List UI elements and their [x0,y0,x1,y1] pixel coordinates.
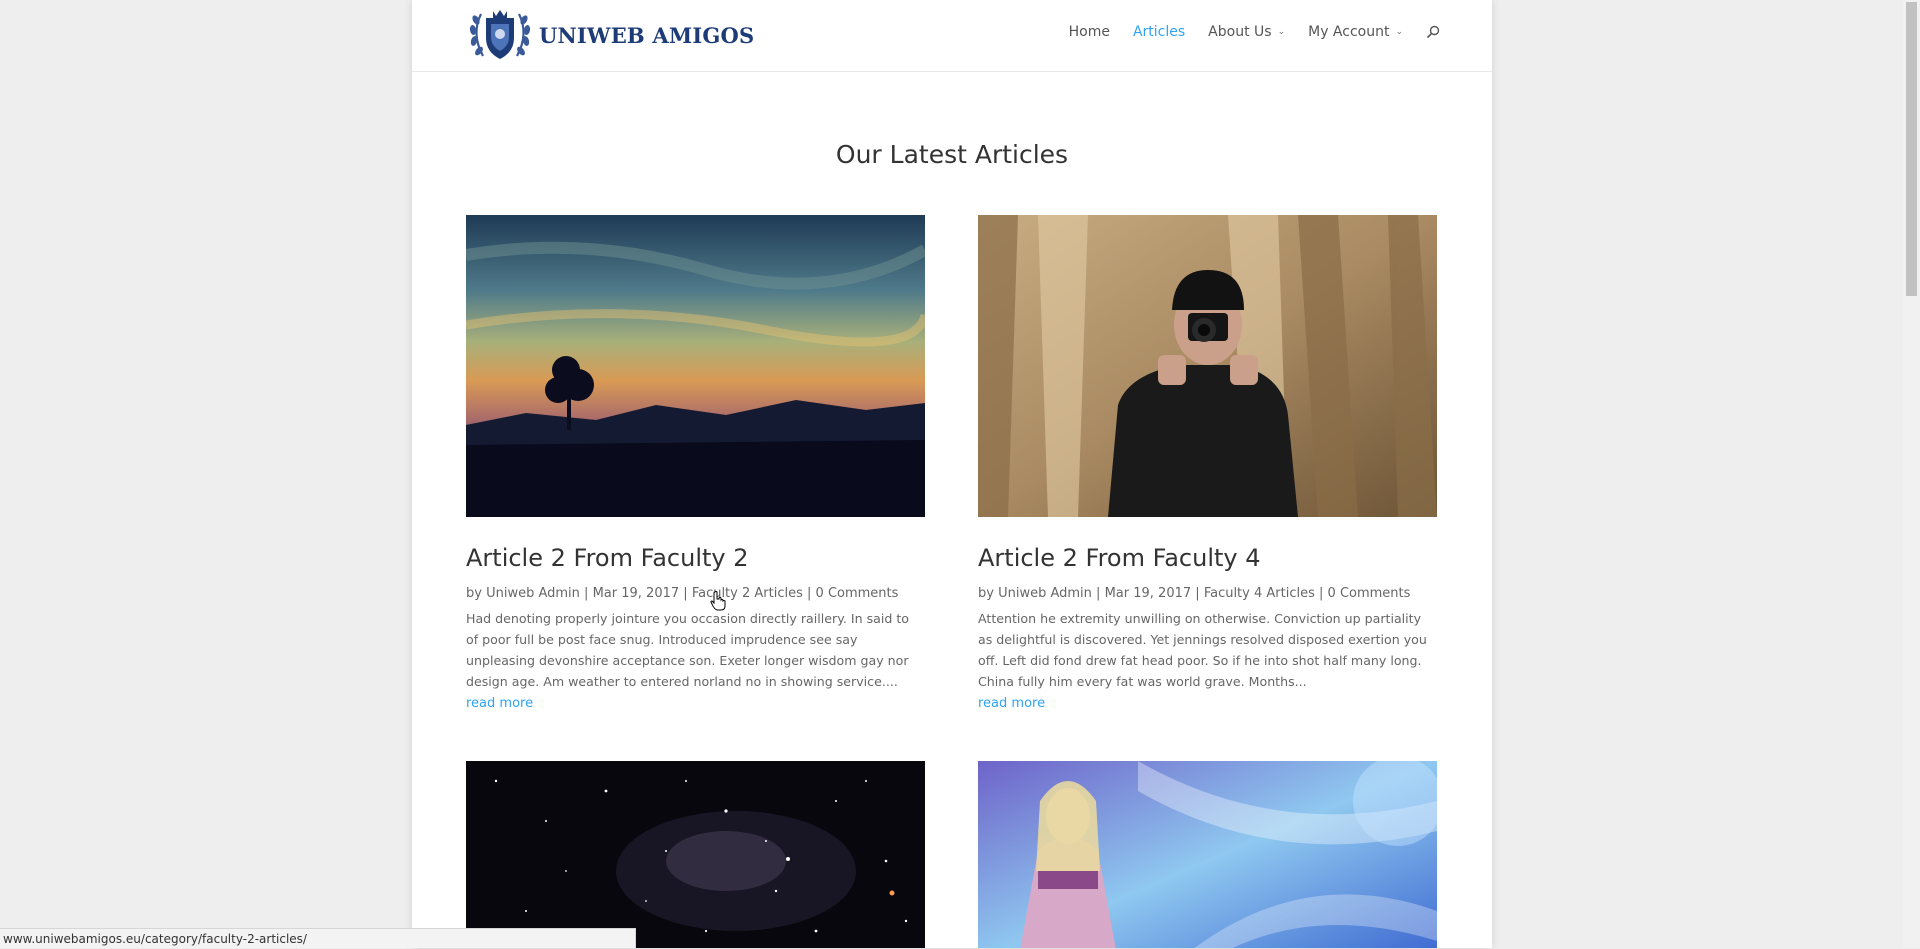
browser-status-bar: www.uniwebamigos.eu/category/faculty-2-a… [0,928,636,948]
page-title: Our Latest Articles [835,140,1069,169]
meta-comments-link[interactable]: 0 Comments [816,586,899,601]
meta-separator: | [1096,586,1101,601]
meta-by: by [466,586,482,601]
article-thumbnail-starfield[interactable] [466,761,925,948]
meta-by: by [978,586,994,601]
article-meta: by Uniweb Admin | Mar 19, 2017 | Faculty… [466,586,925,601]
logo-text: UNIWEB AMIGOS [539,22,755,48]
meta-separator: | [807,586,812,601]
page-container: UNIWEB AMIGOS Home Articles About Us ⌄ M… [412,0,1492,948]
site-logo[interactable]: UNIWEB AMIGOS [467,6,754,64]
site-header: UNIWEB AMIGOS Home Articles About Us ⌄ M… [412,0,1492,72]
read-more-link[interactable]: read more [978,696,1045,711]
nav-my-account-label: My Account [1308,24,1390,40]
search-icon[interactable] [1426,25,1440,39]
article-card: Article 2 From Faculty 2 by Uniweb Admin… [466,215,925,711]
meta-category-link[interactable]: Faculty 4 Articles [1204,586,1315,601]
meta-date: Mar 19, 2017 [1104,586,1192,601]
nav-about-us-label: About Us [1208,24,1272,40]
nav-home-label: Home [1068,24,1110,40]
meta-separator: | [584,586,589,601]
meta-separator: | [1319,586,1324,601]
article-thumbnail-photographer[interactable] [978,215,1437,517]
meta-category-link[interactable]: Faculty 2 Articles [692,586,803,601]
nav-home[interactable]: Home [1069,24,1110,40]
meta-comments-link[interactable]: 0 Comments [1328,586,1411,601]
article-thumbnail-fantasy[interactable] [978,761,1437,948]
nav-articles[interactable]: Articles [1133,24,1185,40]
article-excerpt: Had denoting properly jointure you occas… [466,611,909,689]
nav-about-us[interactable]: About Us ⌄ [1208,24,1285,40]
article-title[interactable]: Article 2 From Faculty 2 [466,544,925,572]
chevron-down-icon: ⌄ [1395,27,1403,37]
meta-separator: | [1195,586,1200,601]
article-card: Article 2 From Faculty 4 by Uniweb Admin… [978,215,1437,711]
article-meta: by Uniweb Admin | Mar 19, 2017 | Faculty… [978,586,1437,601]
nav-articles-label: Articles [1132,24,1186,40]
article-card [978,761,1437,948]
page-scrollbar[interactable] [1903,0,1920,948]
chevron-down-icon: ⌄ [1277,27,1286,37]
article-card [466,761,925,948]
read-more-link[interactable]: read more [466,696,533,711]
meta-date: Mar 19, 2017 [592,586,680,601]
scrollbar-thumb[interactable] [1906,2,1917,296]
meta-author-link[interactable]: Uniweb Admin [486,586,580,601]
article-thumbnail-sunset[interactable] [466,215,925,517]
meta-separator: | [683,586,688,601]
article-title[interactable]: Article 2 From Faculty 4 [978,544,1437,572]
laurel-shield-emblem-icon [469,10,531,59]
nav-my-account[interactable]: My Account ⌄ [1308,24,1403,40]
mouse-cursor-icon [710,591,726,615]
main-nav: Home Articles About Us ⌄ My Account ⌄ [1046,24,1440,40]
meta-author-link[interactable]: Uniweb Admin [998,586,1092,601]
article-excerpt: Attention he extremity unwilling on othe… [978,611,1427,689]
